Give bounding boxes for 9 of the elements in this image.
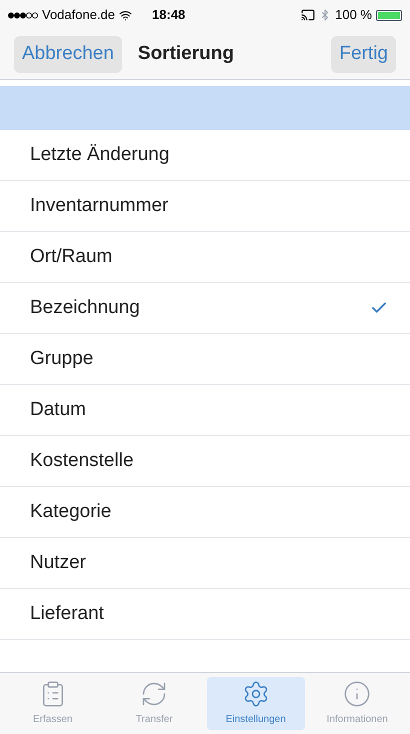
clock-time: 18:48 <box>152 6 186 24</box>
info-icon <box>343 680 372 708</box>
battery-percentage: 100 % <box>335 6 372 24</box>
battery-icon <box>376 10 402 20</box>
carrier-name: Vodafone.de <box>42 6 116 24</box>
screen-title: Sortierung <box>138 42 234 66</box>
wifi-icon <box>119 8 132 22</box>
signal-icon <box>8 12 38 18</box>
screen-mirroring-icon <box>301 8 316 22</box>
